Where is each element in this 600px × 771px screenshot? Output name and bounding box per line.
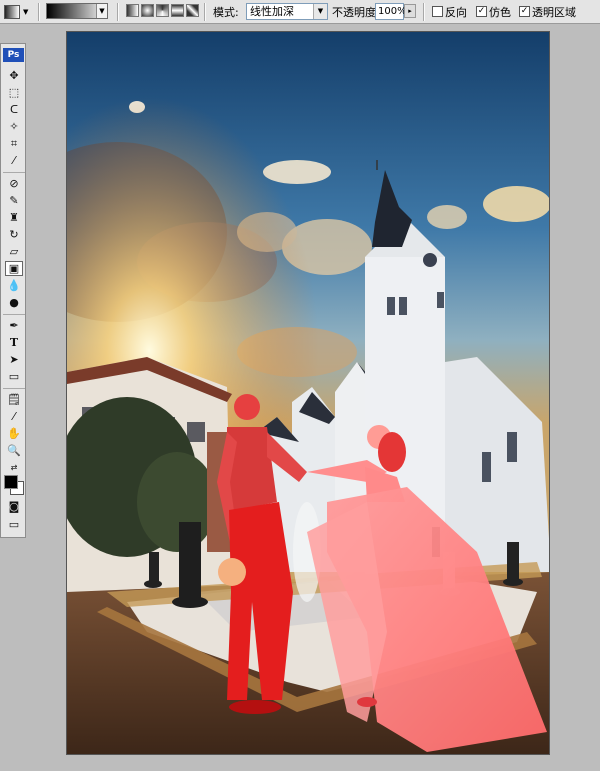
gradient-picker[interactable]: ▼ (46, 3, 108, 19)
mode-select[interactable]: 线性加深 ▼ (246, 3, 328, 20)
reverse-checkbox[interactable] (432, 6, 443, 17)
diamond-gradient-button[interactable] (186, 4, 199, 17)
crop-tool-icon[interactable]: ⌗ (5, 136, 23, 151)
healing-brush-tool-icon[interactable]: ⊘ (5, 176, 23, 191)
angle-gradient-button[interactable] (156, 4, 169, 17)
mode-value: 线性加深 (250, 5, 294, 18)
lasso-tool-icon[interactable]: ᑕ (5, 102, 23, 117)
photoshop-logo[interactable]: Ps (3, 48, 24, 62)
hand-tool-icon[interactable]: ✋ (5, 426, 23, 441)
pen-tool-icon[interactable]: ✒ (5, 318, 23, 333)
path-selection-tool-icon[interactable]: ➤ (5, 352, 23, 367)
wedding-photo (67, 32, 549, 754)
move-tool-icon[interactable]: ✥ (5, 68, 23, 83)
tool-preset-picker[interactable]: ▼ (4, 0, 28, 24)
slice-tool-icon[interactable]: ⁄ (5, 153, 23, 168)
toolbox: Ps ✥ ⬚ ᑕ ✧ ⌗ ⁄ ⊘ ✎ ♜ ↻ ▱ ▣ 💧 ● ✒ T ➤ ▭ 🗒… (0, 43, 26, 538)
dither-checkbox[interactable]: ✓ (476, 6, 487, 17)
opacity-label: 不透明度: (332, 6, 380, 19)
reverse-label: 反向 (445, 6, 467, 19)
quick-mask-icon[interactable]: ◙ (5, 499, 23, 514)
radial-gradient-button[interactable] (141, 4, 154, 17)
mode-label: 模式: (213, 6, 239, 19)
transparency-checkbox[interactable]: ✓ (519, 6, 530, 17)
rectangle-tool-icon[interactable]: ▭ (5, 369, 23, 384)
type-tool-icon[interactable]: T (5, 335, 23, 350)
foreground-color-swatch[interactable] (4, 475, 18, 489)
gradient-tool-icon[interactable]: ▣ (5, 261, 23, 276)
gradient-tool-icon (4, 5, 20, 19)
eraser-tool-icon[interactable]: ▱ (5, 244, 23, 259)
dither-label: 仿色 (489, 6, 511, 19)
magic-wand-tool-icon[interactable]: ✧ (5, 119, 23, 134)
dodge-tool-icon[interactable]: ● (5, 295, 23, 310)
document-canvas[interactable] (66, 31, 550, 755)
eyedropper-tool-icon[interactable]: ⁄ (5, 409, 23, 424)
chevron-down-icon: ▼ (23, 8, 29, 16)
opacity-input[interactable]: 100% (375, 3, 407, 20)
chevron-down-icon: ▼ (96, 4, 107, 18)
zoom-tool-icon[interactable]: 🔍 (5, 443, 23, 458)
reflected-gradient-button[interactable] (171, 4, 184, 17)
screen-mode-icon[interactable]: ▭ (5, 517, 23, 532)
history-brush-tool-icon[interactable]: ↻ (5, 227, 23, 242)
swap-colors-icon[interactable]: ⇄ (5, 460, 23, 475)
options-bar: ▼ ▼ 模式: 线性加深 ▼ 不透明度: 100% ▸ 反向 ✓ 仿色 ✓ 透明… (0, 0, 600, 24)
notes-tool-icon[interactable]: 🗒 (5, 392, 23, 407)
chevron-down-icon: ▼ (313, 4, 327, 19)
linear-gradient-button[interactable] (126, 4, 139, 17)
clone-stamp-tool-icon[interactable]: ♜ (5, 210, 23, 225)
brush-tool-icon[interactable]: ✎ (5, 193, 23, 208)
blur-tool-icon[interactable]: 💧 (5, 278, 23, 293)
opacity-slider-button[interactable]: ▸ (404, 4, 416, 18)
transparency-label: 透明区域 (532, 6, 576, 19)
marquee-tool-icon[interactable]: ⬚ (5, 85, 23, 100)
